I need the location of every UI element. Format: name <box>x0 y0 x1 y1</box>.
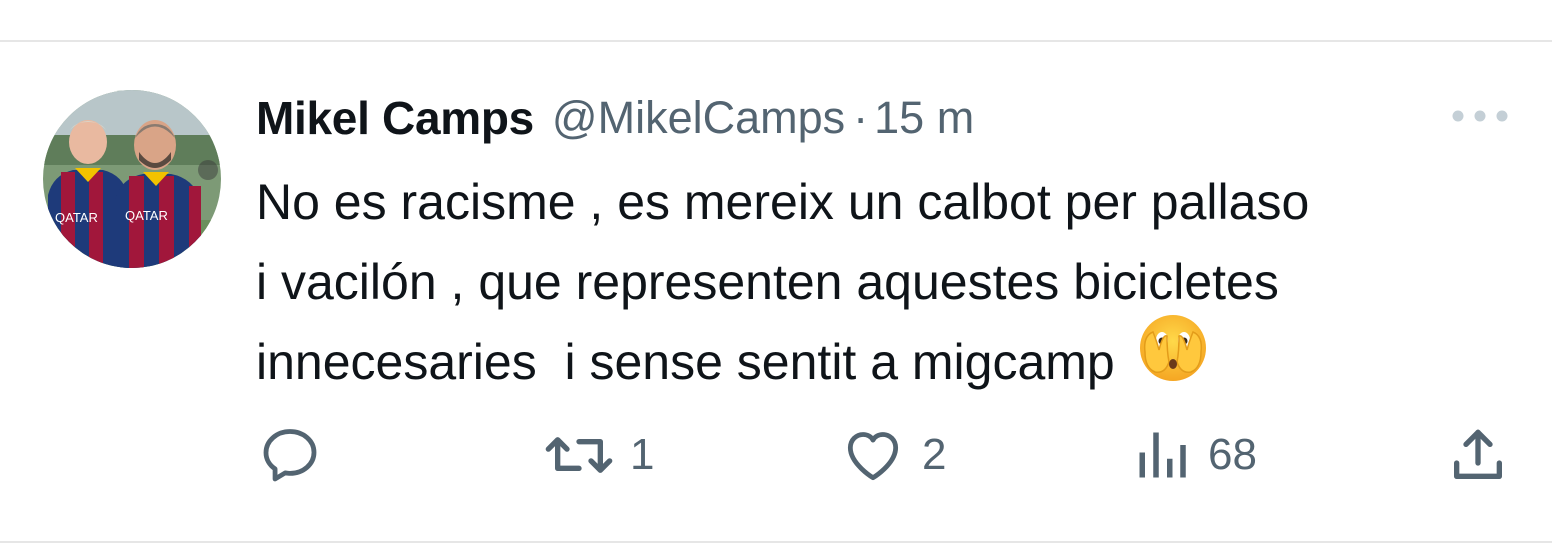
tweet-text-line: No es racisme , es mereix un calbot per … <box>256 174 1310 230</box>
tweet-timestamp[interactable]: 15 m <box>874 92 974 144</box>
retweet-icon <box>545 437 613 473</box>
like-count: 2 <box>922 430 947 479</box>
retweet-count: 1 <box>630 430 655 479</box>
reply-button[interactable] <box>258 420 322 490</box>
author-name[interactable]: Mikel Camps <box>256 91 534 145</box>
face-with-open-eyes-and-hand-over-mouth-emoji <box>1137 312 1209 407</box>
retweet-button[interactable]: 1 <box>544 420 654 490</box>
views-count: 68 <box>1208 430 1257 479</box>
bottom-divider <box>0 541 1552 543</box>
avatar[interactable]: QATAR QATAR <box>43 90 221 268</box>
views-button[interactable]: 68 <box>1132 420 1257 490</box>
author-handle[interactable]: @MikelCamps <box>552 92 845 144</box>
jersey-text-left: QATAR <box>55 210 98 225</box>
top-divider <box>0 40 1552 42</box>
share-icon <box>1454 429 1502 479</box>
views-bar-chart-icon <box>1139 432 1186 478</box>
reply-icon <box>263 429 317 482</box>
more-options-button[interactable] <box>1448 102 1512 130</box>
jersey-text-right: QATAR <box>125 208 168 223</box>
tweet-header: Mikel Camps @MikelCamps · 15 m <box>256 88 974 148</box>
tweet-text-line: innecesaries i sense sentit a migcamp <box>256 315 1526 407</box>
heart-icon <box>847 432 899 481</box>
tweet-text: No es racisme , es mereix un calbot per … <box>256 162 1526 407</box>
separator-dot: · <box>853 92 869 143</box>
share-button[interactable] <box>1446 420 1510 490</box>
tweet-text-line: i vacilón , que representen aquestes bic… <box>256 254 1279 310</box>
like-button[interactable]: 2 <box>840 420 946 490</box>
more-dots-icon <box>1452 110 1508 122</box>
tweet-actions-bar: 1 2 68 <box>0 420 1552 490</box>
